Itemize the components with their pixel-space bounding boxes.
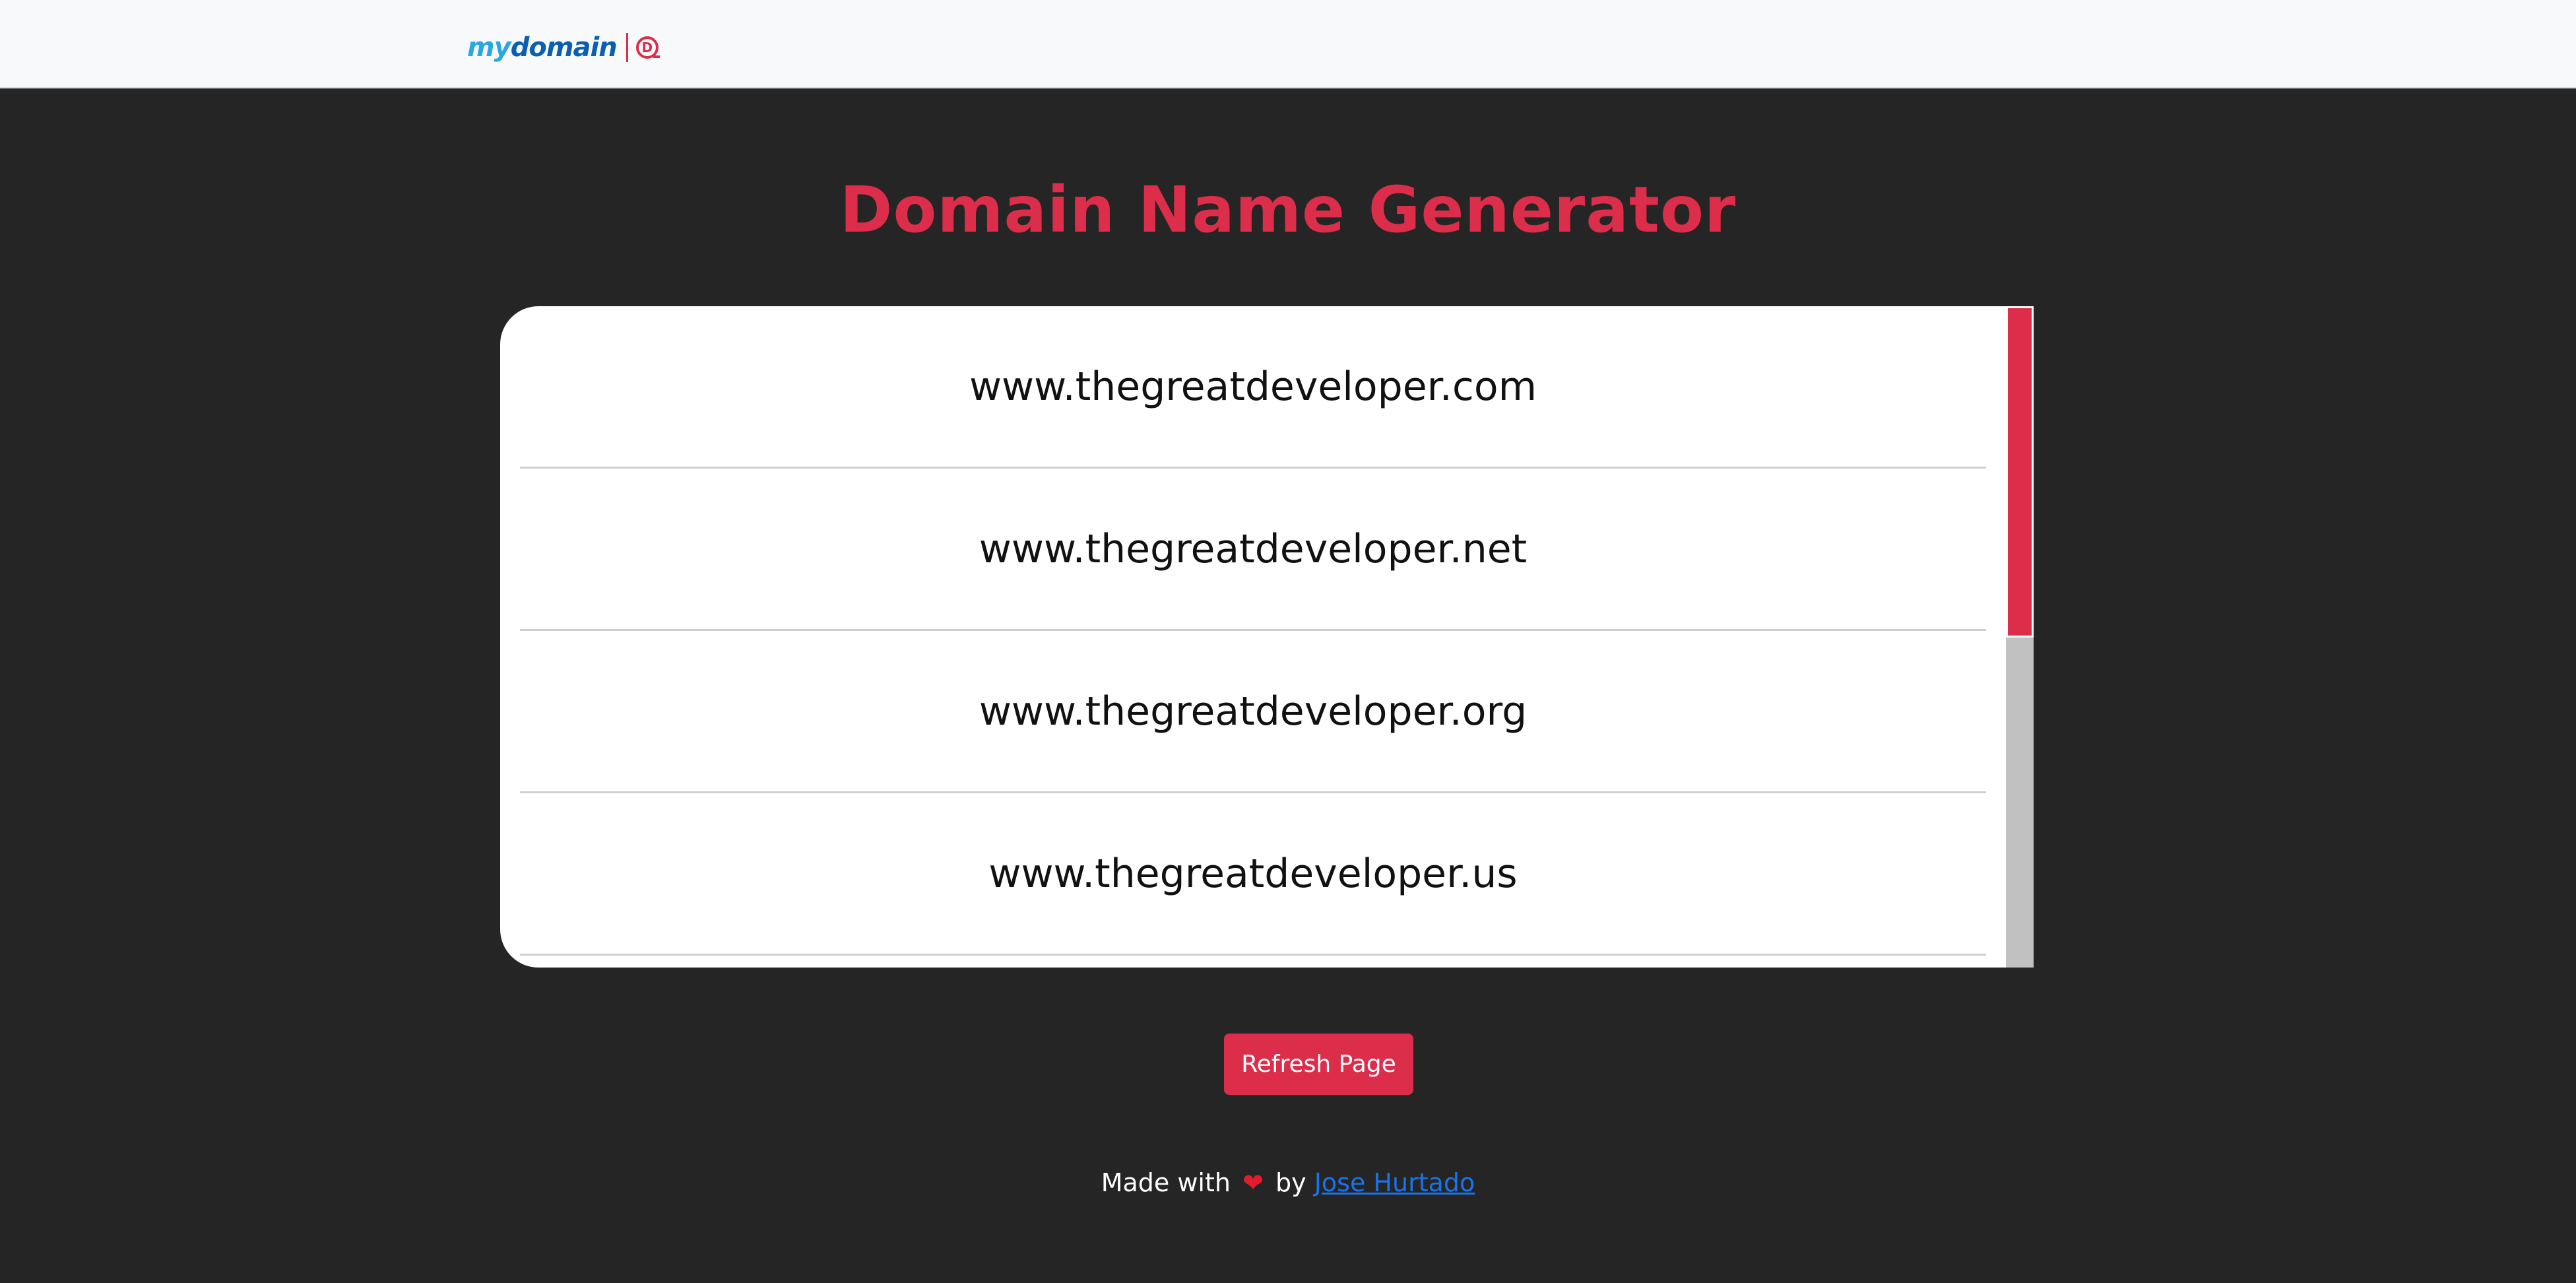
domain-list-item: www.thegreatdeveloper.net — [520, 469, 1986, 631]
brand-logo[interactable]: my domain D — [467, 28, 660, 67]
domain-list-viewport: www.thegreatdeveloper.com www.thegreatde… — [500, 306, 2006, 968]
list-scrollbar[interactable] — [2006, 306, 2034, 968]
list-scrollbar-thumb[interactable] — [2006, 306, 2034, 638]
heart-icon: ❤ — [1242, 1168, 1264, 1197]
domain-list-item: www.thegreatdeveloper.com — [520, 306, 1986, 469]
badge-letter: D — [641, 40, 653, 55]
brand-domain-text: domain — [510, 32, 618, 63]
refresh-page-button[interactable]: Refresh Page — [1224, 1034, 1413, 1095]
author-link[interactable]: Jose Hurtado — [1314, 1168, 1475, 1197]
domain-list-item: www.thegreatdeveloper.org — [520, 631, 1986, 793]
domain-list[interactable]: www.thegreatdeveloper.com www.thegreatde… — [500, 306, 2034, 968]
top-navbar: my domain D — [0, 0, 2576, 88]
brand-divider — [626, 33, 628, 62]
domain-list-item: www.thegreatdeveloper.us — [520, 793, 1986, 956]
page-title: Domain Name Generator — [839, 173, 1737, 247]
footer-by: by — [1275, 1168, 1306, 1197]
footer: Made with ❤ by Jose Hurtado — [0, 1168, 2576, 1197]
brand-my-text: my — [467, 32, 511, 63]
domain-badge-icon: D — [635, 36, 660, 59]
footer-made-with: Made with — [1101, 1168, 1231, 1197]
